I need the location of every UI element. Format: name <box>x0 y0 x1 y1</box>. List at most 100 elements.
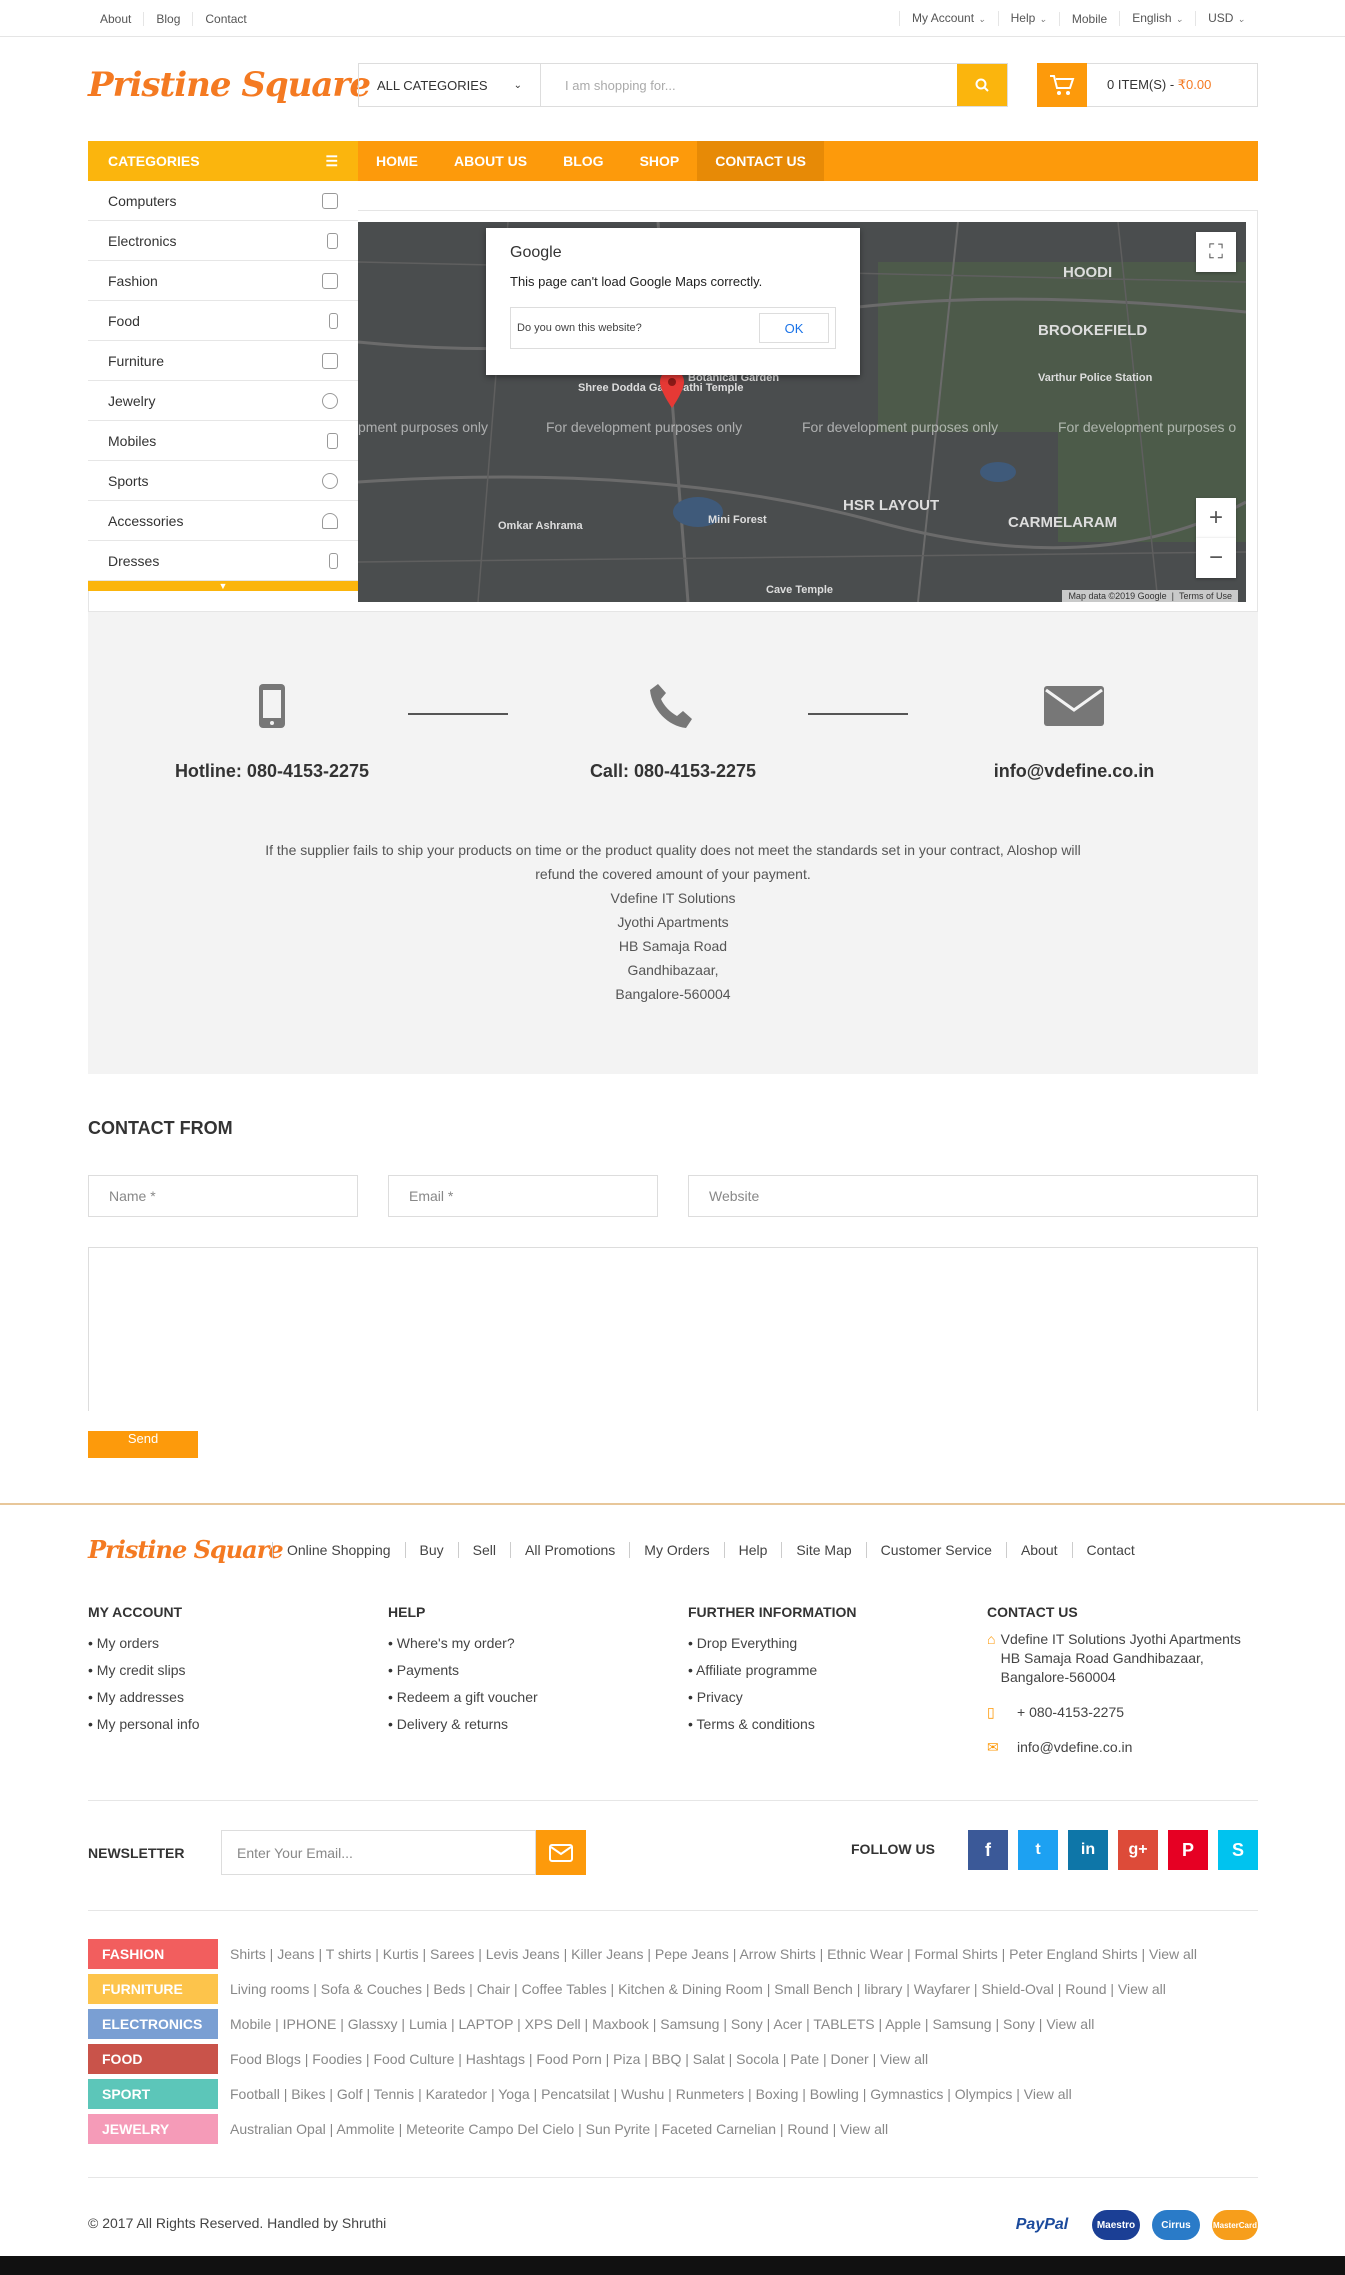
zoom-out-button[interactable]: − <box>1196 538 1236 578</box>
footer-divider <box>0 1503 1345 1505</box>
chevron-down-icon: ⌄ <box>1039 14 1047 24</box>
footer-col-link[interactable]: Redeem a gift voucher <box>388 1684 538 1711</box>
email-input[interactable]: Email * <box>388 1175 658 1217</box>
skype-icon[interactable]: S <box>1218 1830 1258 1870</box>
dialog-question-link[interactable]: Do you own this website? <box>517 322 642 334</box>
google-plus-icon[interactable]: g+ <box>1118 1830 1158 1870</box>
footer-logo[interactable]: Pristine Square <box>88 1535 284 1564</box>
categories-toggle[interactable]: CATEGORIES ☰ <box>88 141 358 181</box>
tag-label[interactable]: JEWELRY <box>88 2114 218 2144</box>
pinterest-icon[interactable]: P <box>1168 1830 1208 1870</box>
footer-col-link[interactable]: My credit slips <box>88 1657 200 1684</box>
tag-links[interactable]: Living rooms | Sofa & Couches | Beds | C… <box>218 1981 1166 1997</box>
nav-shop[interactable]: SHOP <box>622 141 698 181</box>
footer-col-link[interactable]: Payments <box>388 1657 538 1684</box>
top-link-blog[interactable]: Blog <box>144 11 194 26</box>
nav-home[interactable]: HOME <box>358 141 436 181</box>
tag-links[interactable]: Shirts | Jeans | T shirts | Kurtis | Sar… <box>218 1946 1197 1962</box>
bottle-icon <box>329 312 338 329</box>
footer-link[interactable]: Online Shopping <box>272 1542 405 1558</box>
category-item-electronics[interactable]: Electronics <box>88 221 358 261</box>
tag-label[interactable]: FURNITURE <box>88 1974 218 2004</box>
footer-col-title: CONTACT US <box>987 1604 1078 1620</box>
category-item-furniture[interactable]: Furniture <box>88 341 358 381</box>
name-input[interactable]: Name * <box>88 1175 358 1217</box>
terms-link[interactable]: Terms of Use <box>1179 591 1232 601</box>
cart-icon <box>1037 63 1087 107</box>
category-item-mobiles[interactable]: Mobiles <box>88 421 358 461</box>
footer-link[interactable]: Help <box>723 1542 782 1558</box>
footer-col-link[interactable]: Delivery & returns <box>388 1711 538 1738</box>
map-label: Varthur Police Station <box>1038 372 1153 384</box>
footer-col-link[interactable]: My addresses <box>88 1684 200 1711</box>
category-select-value: ALL CATEGORIES <box>377 77 488 93</box>
footer-link[interactable]: All Promotions <box>510 1542 629 1558</box>
tag-label[interactable]: SPORT <box>88 2079 218 2109</box>
website-input[interactable]: Website <box>688 1175 1258 1217</box>
tag-label[interactable]: ELECTRONICS <box>88 2009 218 2039</box>
nav-about-us[interactable]: ABOUT US <box>436 141 545 181</box>
mobile-link[interactable]: Mobile <box>1058 11 1119 26</box>
footer-col-link[interactable]: Privacy <box>688 1684 857 1711</box>
top-link-about[interactable]: About <box>88 11 145 26</box>
cirrus-icon: Cirrus <box>1152 2210 1200 2240</box>
newsletter-email-input[interactable]: Enter Your Email... <box>221 1830 536 1875</box>
search-input[interactable]: I am shopping for... <box>541 64 957 106</box>
search-button[interactable] <box>957 64 1007 106</box>
footer-link[interactable]: My Orders <box>629 1542 723 1558</box>
footer-link[interactable]: About <box>1005 1542 1072 1558</box>
tag-links[interactable]: Australian Opal | Ammolite | Meteorite C… <box>218 2121 888 2137</box>
tag-row-fashion: FASHION Shirts | Jeans | T shirts | Kurt… <box>88 1939 1197 1969</box>
footer-link[interactable]: Buy <box>404 1542 458 1558</box>
category-select[interactable]: ALL CATEGORIES ⌄ <box>359 64 541 106</box>
language-dropdown[interactable]: English ⌄ <box>1119 11 1195 26</box>
category-item-jewelry[interactable]: Jewelry <box>88 381 358 421</box>
category-item-food[interactable]: Food <box>88 301 358 341</box>
site-logo[interactable]: Pristine Square <box>88 65 371 105</box>
my-account-label: My Account <box>912 11 975 25</box>
tag-links[interactable]: Football | Bikes | Golf | Tennis | Karat… <box>218 2086 1072 2102</box>
help-dropdown[interactable]: Help ⌄ <box>997 11 1059 26</box>
send-button[interactable]: Send <box>88 1431 198 1458</box>
chevron-down-icon: ⌄ <box>1237 14 1245 24</box>
footer-link[interactable]: Site Map <box>781 1542 865 1558</box>
search-icon <box>975 78 989 92</box>
message-textarea[interactable] <box>88 1247 1258 1411</box>
tag-label[interactable]: FASHION <box>88 1939 218 1969</box>
footer-link[interactable]: Sell <box>457 1542 510 1558</box>
dialog-ok-button[interactable]: OK <box>759 313 829 343</box>
footer-link[interactable]: Contact <box>1071 1542 1149 1558</box>
category-item-sports[interactable]: Sports <box>88 461 358 501</box>
footer-col-link[interactable]: Where's my order? <box>388 1630 538 1657</box>
currency-dropdown[interactable]: USD ⌄ <box>1195 11 1257 26</box>
footer-col-link[interactable]: My orders <box>88 1630 200 1657</box>
footer-col-link[interactable]: My personal info <box>88 1711 200 1738</box>
tag-links[interactable]: Mobile | IPHONE | Glassxy | Lumia | LAPT… <box>218 2016 1094 2032</box>
nav-contact-us[interactable]: CONTACT US <box>697 141 824 181</box>
footer-col-link[interactable]: Affiliate programme <box>688 1657 857 1684</box>
tag-label[interactable]: FOOD <box>88 2044 218 2074</box>
twitter-icon[interactable]: t <box>1018 1830 1058 1870</box>
address-line: Vdefine IT Solutions <box>610 890 736 906</box>
my-account-dropdown[interactable]: My Account ⌄ <box>899 11 998 26</box>
linkedin-icon[interactable]: in <box>1068 1830 1108 1870</box>
category-item-dresses[interactable]: Dresses <box>88 541 358 581</box>
zoom-in-button[interactable]: + <box>1196 498 1236 538</box>
category-item-fashion[interactable]: Fashion <box>88 261 358 301</box>
category-label: Electronics <box>108 232 177 249</box>
tag-row-furniture: FURNITURE Living rooms | Sofa & Couches … <box>88 1974 1166 2004</box>
footer-col-link[interactable]: Drop Everything <box>688 1630 857 1657</box>
footer-link[interactable]: Customer Service <box>865 1542 1006 1558</box>
category-menu-expand[interactable]: ▼ <box>88 581 358 591</box>
footer-col-link[interactable]: Terms & conditions <box>688 1711 857 1738</box>
category-item-computers[interactable]: Computers <box>88 181 358 221</box>
category-item-accessories[interactable]: Accessories <box>88 501 358 541</box>
footer-email[interactable]: info@vdefine.co.in <box>1017 1738 1132 1757</box>
nav-blog[interactable]: BLOG <box>545 141 621 181</box>
tag-links[interactable]: Food Blogs | Foodies | Food Culture | Ha… <box>218 2051 928 2067</box>
newsletter-submit-button[interactable] <box>536 1830 586 1875</box>
fullscreen-button[interactable]: ⛶ <box>1196 232 1236 272</box>
cart-button[interactable]: 0 ITEM(S) - ₹0.00 <box>1037 63 1258 107</box>
facebook-icon[interactable]: f <box>968 1830 1008 1870</box>
top-link-contact[interactable]: Contact <box>193 12 258 26</box>
